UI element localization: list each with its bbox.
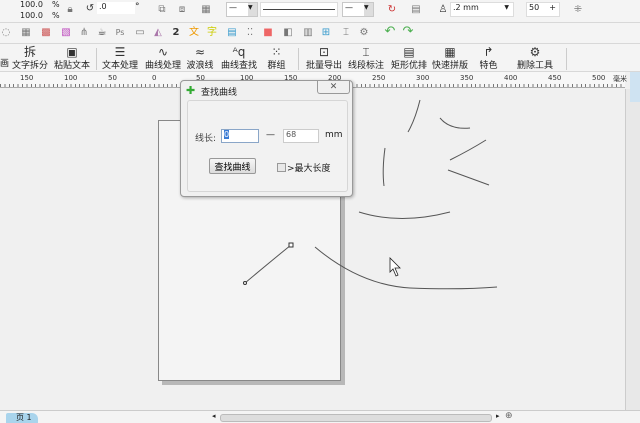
curve — [244, 244, 292, 284]
find-curve-dialog: ✚ 查找曲线 ✕ 线长: 0 — 68 mm 查找曲线 >最大长度 — [180, 80, 353, 197]
puzzle-icon: ✚ — [186, 84, 196, 97]
node-handle — [243, 281, 247, 285]
node-handle — [288, 242, 294, 248]
range-dash: — — [266, 130, 275, 140]
max-length-checkbox-label[interactable]: >最大长度 — [287, 161, 331, 174]
curve — [439, 117, 471, 129]
length-label: 线长: — [195, 134, 217, 144]
page-tab[interactable]: 页 1 — [6, 413, 38, 423]
horizontal-scrollbar[interactable] — [220, 414, 492, 422]
scroll-left-icon[interactable]: ◂ — [212, 412, 216, 420]
vertical-scrollbar[interactable] — [625, 89, 640, 410]
mouse-cursor-icon — [389, 257, 401, 277]
curve — [447, 169, 490, 186]
min-length-value: 0 — [224, 130, 230, 139]
close-button[interactable]: ✕ — [317, 81, 350, 94]
curve — [382, 147, 386, 187]
scroll-right-icon[interactable]: ▸ — [496, 412, 500, 420]
max-length-checkbox[interactable] — [277, 163, 286, 172]
unit-label: mm — [325, 130, 343, 140]
curves-layer — [243, 99, 498, 290]
dialog-title: 查找曲线 — [201, 88, 238, 98]
curve — [314, 246, 498, 290]
max-length-input[interactable]: 68 — [283, 129, 319, 143]
dialog-body: 线长: 0 — 68 mm 查找曲线 >最大长度 — [187, 100, 348, 192]
curve — [449, 139, 487, 161]
zoom-icon[interactable]: ⊕ — [505, 411, 513, 421]
min-length-input[interactable]: 0 — [221, 129, 259, 143]
find-curve-button[interactable]: 查找曲线 — [209, 158, 256, 174]
docker-tab[interactable] — [630, 72, 640, 102]
curve — [358, 211, 451, 219]
curve — [407, 99, 421, 133]
